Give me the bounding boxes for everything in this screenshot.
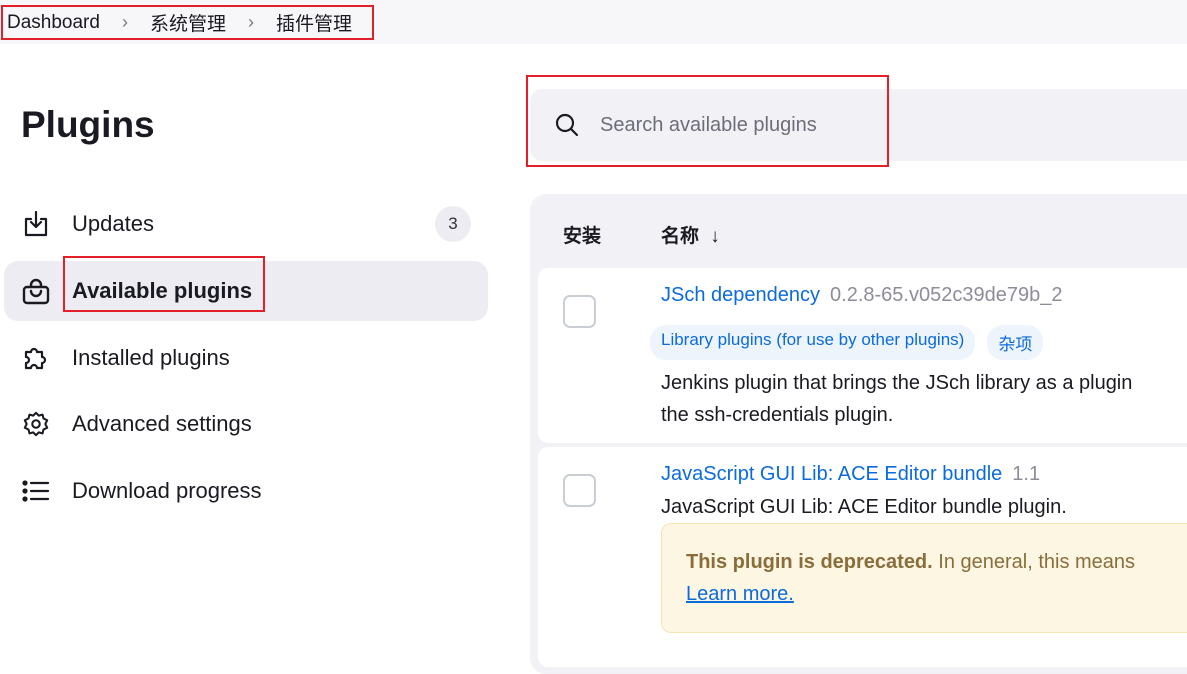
plugin-version: 0.2.8-65.v052c39de79b_2 [830,284,1063,306]
list-icon [22,477,50,505]
plugin-link[interactable]: JavaScript GUI Lib: ACE Editor bundle [661,463,1002,485]
plugin-name: JavaScript GUI Lib: ACE Editor bundle 1.1 [661,463,1040,486]
plugin-description: JavaScript GUI Lib: ACE Editor bundle pl… [661,496,1067,518]
page-title: Plugins [21,104,155,145]
tag-library-plugins[interactable]: Library plugins (for use by other plugin… [650,325,976,360]
chevron-right-icon: › [121,12,128,32]
sidebar-item-label: Advanced settings [72,411,252,436]
plugin-name: JSch dependency 0.2.8-65.v052c39de79b_2 [661,284,1062,307]
download-icon [22,210,50,238]
sidebar-item-available-plugins[interactable]: Available plugins [4,261,488,321]
updates-count-badge: 3 [435,206,471,242]
warning-text: In general, this means [932,551,1136,573]
table-row: JavaScript GUI Lib: ACE Editor bundle 1.1… [538,447,1187,667]
column-header-install: 安装 [563,226,602,247]
sort-arrow-icon: ↓ [710,226,720,247]
install-checkbox[interactable] [563,474,596,507]
learn-more-link[interactable]: Learn more. [686,583,794,605]
search-bar [530,89,1187,161]
table-row: JSch dependency 0.2.8-65.v052c39de79b_2 L… [538,268,1187,443]
sidebar-item-label: Updates [72,211,154,236]
sidebar-item-label: Available plugins [72,278,253,303]
breadcrumb-dashboard[interactable]: Dashboard [7,12,100,34]
chevron-right-icon: › [247,12,254,32]
sidebar-item-label: Download progress [72,478,262,503]
breadcrumb-plugin-management[interactable]: 插件管理 [276,9,352,36]
plugin-link[interactable]: JSch dependency [661,284,820,306]
puzzle-icon [22,344,50,372]
search-icon [554,112,580,143]
description-line: Jenkins plugin that brings the JSch libr… [661,372,1133,394]
sidebar-item-advanced-settings[interactable]: Advanced settings [4,394,488,454]
breadcrumb-system-management[interactable]: 系统管理 [150,9,226,36]
column-header-name-label: 名称 [661,226,700,247]
plugin-version: 1.1 [1012,463,1041,485]
column-header-name[interactable]: 名称 ↓ [661,221,720,248]
sidebar-item-updates[interactable]: Updates 3 [4,194,488,254]
breadcrumb: Dashboard › 系统管理 › 插件管理 [1,5,374,40]
search-input[interactable] [600,107,1100,143]
warning-title: This plugin is deprecated. [686,551,933,573]
plugin-tags: Library plugins (for use by other plugin… [650,325,1044,360]
description-line: the ssh-credentials plugin. [661,404,894,426]
sidebar-item-label: Installed plugins [72,345,230,370]
sidebar-item-download-progress[interactable]: Download progress [4,461,488,521]
plugin-description: Jenkins plugin that brings the JSch libr… [661,367,1132,431]
deprecation-warning: This plugin is deprecated. In general, t… [661,523,1187,633]
gear-icon [22,410,50,438]
sidebar-item-installed-plugins[interactable]: Installed plugins [4,328,488,388]
install-checkbox[interactable] [563,295,596,328]
tag-misc[interactable]: 杂项 [987,325,1044,360]
shopping-bag-icon [22,277,50,305]
